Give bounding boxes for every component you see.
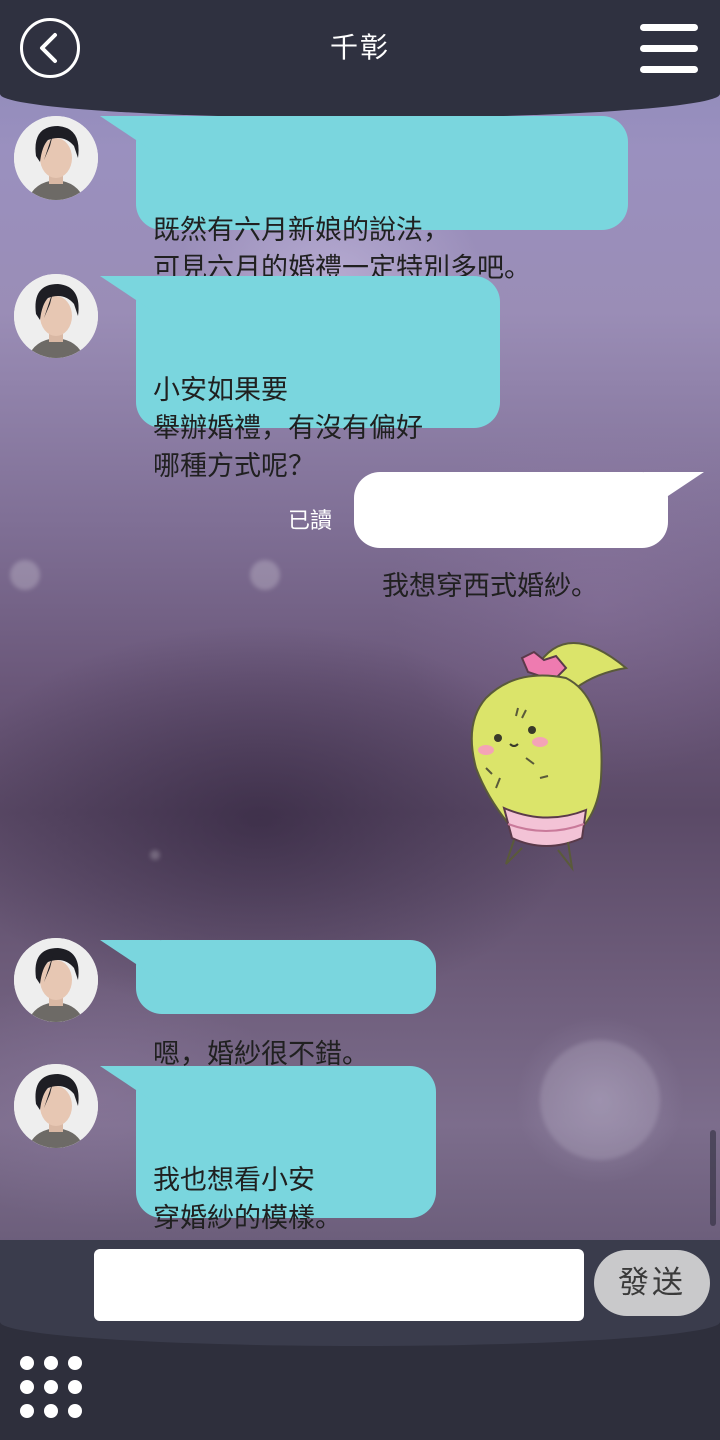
chat-header: 千彰 — [0, 0, 720, 118]
grid-dot — [20, 1380, 34, 1394]
contact-avatar[interactable] — [14, 938, 98, 1022]
send-button[interactable]: 發送 — [594, 1250, 710, 1316]
bubble-tail — [100, 1066, 160, 1106]
message-composer: 發送 — [0, 1240, 720, 1346]
cactus-sticker[interactable] — [456, 628, 636, 878]
avatar-portrait-icon — [14, 116, 98, 200]
hamburger-line — [640, 45, 698, 52]
contact-avatar[interactable] — [14, 116, 98, 200]
avatar-portrait-icon — [14, 938, 98, 1022]
message-text: 我想穿西式婚紗。 — [382, 571, 598, 602]
bubble-tail — [100, 276, 160, 316]
grid-dot — [44, 1404, 58, 1418]
read-status-label: 已讀 — [288, 509, 333, 534]
message-text: 既然有六月新娘的說法， 可見六月的婚禮一定特別多吧。 — [153, 215, 531, 284]
hamburger-line — [640, 66, 698, 73]
app-grid-icon — [20, 1356, 34, 1370]
bokeh-light — [250, 560, 280, 590]
contact-message-bubble[interactable]: 嗯，婚紗很不錯。 — [100, 940, 436, 1070]
grid-dot — [20, 1404, 34, 1418]
contact-message-bubble[interactable]: 既然有六月新娘的說法， 可見六月的婚禮一定特別多吧。 — [100, 116, 628, 284]
bubble-tail — [100, 116, 160, 156]
menu-button[interactable] — [640, 24, 698, 76]
grid-dot — [44, 1356, 58, 1370]
contact-avatar[interactable] — [14, 274, 98, 358]
grid-dot — [68, 1356, 82, 1370]
app-grid-button[interactable] — [20, 1356, 82, 1418]
contact-message-bubble[interactable]: 小安如果要 舉辦婚禮，有沒有偏好 哪種方式呢？ — [100, 276, 500, 482]
bokeh-light — [540, 1040, 660, 1160]
contact-avatar[interactable] — [14, 1064, 98, 1148]
grid-dot — [44, 1380, 58, 1394]
scrollbar[interactable] — [710, 1130, 716, 1226]
chat-screen: 千彰 既然有六月新娘的說法， 可見六月的婚禮一定特別多吧。 小安如果要 舉辦婚禮… — [0, 0, 720, 1440]
bokeh-light — [10, 560, 40, 590]
chat-title: 千彰 — [329, 31, 390, 64]
bubble-tail — [100, 940, 160, 980]
avatar-portrait-icon — [14, 274, 98, 358]
grid-dot — [68, 1380, 82, 1394]
bubble-tail — [644, 472, 704, 512]
hamburger-menu-icon — [640, 24, 698, 31]
cactus-sticker-icon — [470, 642, 629, 872]
avatar-portrait-icon — [14, 1064, 98, 1148]
contact-message-bubble[interactable]: 我也想看小安 穿婚紗的模樣。 ……一定很漂亮。 — [100, 1066, 436, 1272]
message-input[interactable] — [94, 1249, 584, 1321]
bottom-toolbar — [0, 1330, 720, 1440]
my-message-bubble[interactable]: 我想穿西式婚紗。 — [354, 472, 704, 602]
bokeh-light — [150, 850, 160, 860]
grid-dot — [68, 1404, 82, 1418]
